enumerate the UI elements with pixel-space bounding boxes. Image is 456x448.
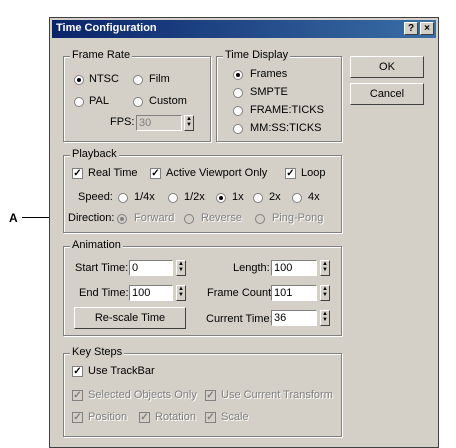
rotation-label: Rotation [155,411,196,423]
radio-pal[interactable] [74,97,84,107]
frame-count-label: Frame Count: [207,287,275,299]
animation-legend: Animation [70,239,123,251]
loop-checkbox[interactable]: ✓ [285,168,296,179]
start-time-spinner[interactable]: ▲ ▼ [176,260,186,276]
radio-frames-label: Frames [250,68,288,80]
radio-film-label: Film [149,73,170,85]
time-configuration-dialog: Time Configuration ? × Frame Rate NTSC F… [49,17,439,448]
speed-label: Speed: [78,191,113,203]
active-viewport-only-label: Active Viewport Only [166,167,268,179]
selected-objects-only-label: Selected Objects Only [88,389,197,401]
time-display-legend: Time Display [223,49,291,61]
radio-direction-forward[interactable] [117,214,127,224]
radio-smpte-label: SMPTE [250,86,288,98]
radio-speed-2x[interactable] [253,193,263,203]
annotation-label: A [9,211,18,225]
radio-speed-quarter-label: 1/4x [134,191,155,203]
radio-speed-2x-label: 2x [269,191,281,203]
rotation-checkbox[interactable]: ✓ [139,412,150,423]
real-time-checkbox[interactable]: ✓ [72,168,83,179]
radio-speed-4x[interactable] [292,193,302,203]
frame-rate-legend: Frame Rate [70,49,133,61]
start-time-label: Start Time: [75,262,129,274]
playback-legend: Playback [70,148,119,160]
radio-direction-ping-pong[interactable] [255,214,265,224]
ok-button[interactable]: OK [350,56,424,78]
radio-pal-label: PAL [89,95,109,107]
active-viewport-only-checkbox[interactable]: ✓ [150,168,161,179]
scale-label: Scale [221,411,249,423]
radio-frames[interactable] [233,70,243,80]
fps-input[interactable]: 30 [136,115,182,131]
window-title: Time Configuration [56,22,157,34]
radio-custom-label: Custom [149,95,187,107]
fps-spinner[interactable]: ▲ ▼ [184,115,194,131]
title-bar: Time Configuration ? × [52,20,436,38]
radio-ntsc[interactable] [74,75,84,85]
radio-speed-half[interactable] [168,193,178,203]
current-time-spinner[interactable]: ▲ ▼ [320,310,330,326]
cancel-button[interactable]: Cancel [350,83,424,105]
radio-speed-1x[interactable] [216,193,226,203]
fps-label: FPS: [110,116,135,128]
loop-label: Loop [301,167,326,179]
current-time-input[interactable]: 36 [271,310,317,326]
rescale-time-button[interactable]: Re-scale Time [74,307,186,329]
position-label: Position [88,411,128,423]
start-time-input[interactable]: 0 [129,260,173,276]
end-time-label: End Time: [79,287,129,299]
radio-frame-ticks-label: FRAME:TICKS [250,104,324,116]
radio-smpte[interactable] [233,88,243,98]
radio-speed-1x-label: 1x [232,191,244,203]
radio-direction-reverse[interactable] [184,214,194,224]
radio-speed-4x-label: 4x [308,191,320,203]
length-spinner[interactable]: ▲ ▼ [320,260,330,276]
radio-frame-ticks[interactable] [233,106,243,116]
scale-checkbox[interactable]: ✓ [205,412,216,423]
radio-mm-ss-ticks[interactable] [233,124,243,134]
current-time-label: Current Time: [206,313,273,325]
end-time-input[interactable]: 100 [129,285,173,301]
radio-custom[interactable] [133,97,143,107]
radio-direction-forward-label: Forward [134,212,175,224]
radio-mm-ss-ticks-label: MM:SS:TICKS [250,122,322,134]
radio-film[interactable] [133,75,143,85]
length-input[interactable]: 100 [271,260,317,276]
radio-speed-quarter[interactable] [118,193,128,203]
use-current-transform-label: Use Current Transform [221,389,333,401]
radio-ntsc-label: NTSC [89,73,119,85]
frame-count-input[interactable]: 101 [271,285,317,301]
use-trackbar-label: Use TrackBar [88,365,155,377]
radio-speed-half-label: 1/2x [184,191,205,203]
radio-direction-ping-pong-label: Ping-Pong [272,212,324,224]
frame-count-spinner[interactable]: ▲ ▼ [320,285,330,301]
use-trackbar-checkbox[interactable]: ✓ [72,366,83,377]
real-time-label: Real Time [88,167,138,179]
position-checkbox[interactable]: ✓ [72,412,83,423]
help-button[interactable]: ? [404,22,418,35]
selected-objects-only-checkbox[interactable]: ✓ [72,390,83,401]
end-time-spinner[interactable]: ▲ ▼ [176,285,186,301]
length-label: Length: [233,262,270,274]
direction-label: Direction: [68,212,115,224]
key-steps-legend: Key Steps [70,346,125,358]
use-current-transform-checkbox[interactable]: ✓ [205,390,216,401]
radio-direction-reverse-label: Reverse [201,212,242,224]
close-button[interactable]: × [420,22,434,35]
